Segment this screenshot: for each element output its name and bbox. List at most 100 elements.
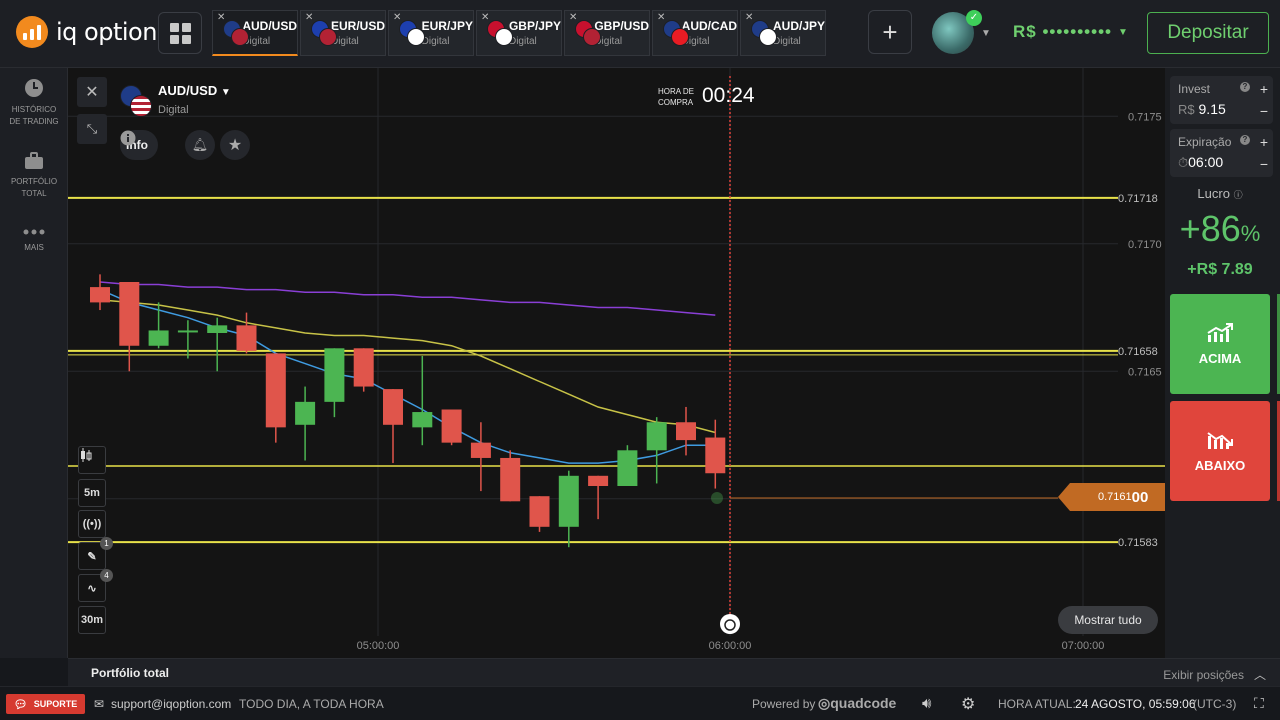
sidebar-label: HISTÓRICO <box>11 105 57 114</box>
level-label: 0.71583 <box>1118 537 1158 549</box>
candle-body <box>383 389 403 425</box>
candle-body <box>90 287 110 303</box>
expiry-label: Expiração <box>1178 135 1232 149</box>
portfolio-bar[interactable]: Portfólio total Exibir posições ︿ <box>68 658 1280 686</box>
trade-panel: Invest ? + − R$ 9.15 Expiração ? + − ⏱06:0… <box>1165 68 1280 658</box>
drawing-tools-button[interactable]: ✎ 1 <box>78 537 113 570</box>
logo[interactable]: iq option <box>16 16 157 48</box>
pair-flags-icon <box>311 20 337 46</box>
collapse-chart-button[interactable]: ⤡ <box>77 114 107 144</box>
show-all-button[interactable]: Mostrar tudo <box>1058 606 1158 634</box>
plus-icon: + <box>882 16 898 47</box>
candle-body <box>207 325 228 333</box>
tab-type: Digital <box>681 36 710 47</box>
help-icon[interactable]: ? <box>1240 135 1250 145</box>
balance-chevron-icon[interactable]: ▼ <box>1118 27 1128 38</box>
trend-up-icon <box>1207 322 1233 342</box>
invest-value[interactable]: R$ 9.15 <box>1178 101 1226 117</box>
timezone: (UTC-3) <box>1193 697 1237 711</box>
info-icon <box>120 130 136 146</box>
show-positions-button[interactable]: Exibir posições ︿ <box>1163 666 1266 683</box>
sidebar-label: DE TRADING <box>9 117 59 126</box>
logo-text: iq option <box>56 18 157 46</box>
support-email[interactable]: support@iqoption.com <box>111 697 231 711</box>
signals-button[interactable]: ((•)) <box>78 510 106 538</box>
candle-body <box>441 409 462 443</box>
close-chart-button[interactable]: ✕ <box>77 77 107 107</box>
favorite-button[interactable]: ★ <box>220 130 250 160</box>
interval-button[interactable]: 30m <box>78 606 106 634</box>
price-chart[interactable]: 0.71750.71700.71650.716005:00:0006:00:00… <box>68 68 1165 658</box>
expiry-field[interactable]: Expiração ? + − ⏱06:00 <box>1170 129 1273 177</box>
drawing-count-badge: 1 <box>100 537 113 550</box>
pair-flags-icon <box>751 20 777 46</box>
invest-stepper[interactable]: + − <box>1255 78 1273 122</box>
candle-body <box>353 348 374 387</box>
tab-symbol: AUD/JPY <box>772 19 825 33</box>
candle-body <box>412 412 433 428</box>
asset-symbol: AUD/USD ▼ <box>158 83 231 98</box>
candle-body <box>558 475 579 527</box>
candle-body <box>265 353 286 428</box>
quadcode-logo[interactable]: ◎quadcode <box>818 695 896 712</box>
expiry-value[interactable]: ⏱06:00 <box>1178 154 1223 171</box>
settings-gear-icon[interactable]: ⚙ <box>961 694 975 714</box>
x-tick-label: 05:00:00 <box>357 640 400 652</box>
assets-grid-button[interactable] <box>158 12 202 54</box>
tab-symbol: GBP/USD <box>594 19 649 33</box>
balance[interactable]: R$ •••••••••• <box>1013 22 1112 42</box>
support-button[interactable]: 💬︎ SUPORTE <box>6 694 85 714</box>
support-label: SUPORTE <box>33 699 78 709</box>
indicator-count-badge: 4 <box>100 569 113 582</box>
sidebar-item-trading-history[interactable]: HISTÓRICO DE TRADING <box>0 78 68 128</box>
briefcase-icon <box>0 152 68 170</box>
asset-tab[interactable]: ✕ EUR/USD Digital <box>300 10 386 56</box>
y-tick-label: 0.7175 <box>1128 111 1162 123</box>
candle-body <box>324 348 345 402</box>
sidebar-item-more[interactable]: MAIS <box>0 228 68 254</box>
current-time-label: HORA ATUAL: <box>998 697 1076 711</box>
indicators-button[interactable]: ∿ 4 <box>78 569 113 602</box>
status-bar: 💬︎ SUPORTE ✉ support@iqoption.com TODO D… <box>0 686 1280 720</box>
chat-icon: 💬︎ <box>13 698 28 711</box>
deposit-button[interactable]: Depositar <box>1147 12 1269 54</box>
call-up-button[interactable]: ACIMA <box>1170 294 1270 394</box>
minus-icon: − <box>1259 103 1269 119</box>
portfolio-title: Portfólio total <box>91 666 169 680</box>
put-down-label: ABAIXO <box>1194 457 1246 473</box>
chevron-down-icon[interactable]: ▼ <box>981 28 991 39</box>
info-button[interactable]: Info <box>120 130 158 160</box>
asset-tab[interactable]: ✕ GBP/USD Digital <box>564 10 650 56</box>
put-down-button[interactable]: ABAIXO <box>1170 401 1270 501</box>
top-bar: iq option ✕ AUD/USD Digital ✕ EUR/USD Digital… <box>0 0 1280 68</box>
candle-body <box>676 422 696 441</box>
y-tick-label: 0.7170 <box>1128 239 1162 251</box>
help-icon[interactable]: ? <box>1240 82 1250 92</box>
profit-value: +R$ 7.89 <box>1187 261 1253 278</box>
tab-symbol: GBP/JPY <box>508 19 561 33</box>
sound-icon[interactable]: 🔊︎ <box>922 695 931 712</box>
support-hours: TODO DIA, A TODA HORA <box>239 697 384 711</box>
asset-tab[interactable]: ✕ GBP/JPY Digital <box>476 10 562 56</box>
star-icon: ★ <box>227 137 243 154</box>
asset-tab[interactable]: ✕ AUD/CAD Digital <box>652 10 738 56</box>
alerts-button[interactable]: 🔔︎ <box>185 130 215 160</box>
candle-body <box>177 330 198 333</box>
add-asset-button[interactable]: + <box>868 10 912 54</box>
collapse-icon: ⤡ <box>86 121 98 136</box>
asset-tab[interactable]: ✕ AUD/USD Digital <box>212 10 298 56</box>
x-tick-label: 07:00:00 <box>1062 640 1105 652</box>
chart-type-button[interactable] <box>78 446 106 474</box>
sidebar-item-portfolio[interactable]: PORTFÓLIO TOTAL <box>0 152 68 200</box>
level-label: 0.71658 <box>1118 346 1158 358</box>
level-label: 0.71718 <box>1118 193 1158 205</box>
asset-flags <box>120 85 152 117</box>
timeframe-button[interactable]: 5m <box>78 479 106 507</box>
candle-body <box>500 457 521 502</box>
invest-field[interactable]: Invest ? + − R$ 9.15 <box>1170 76 1273 124</box>
expiry-stepper[interactable]: + − <box>1255 131 1273 175</box>
tab-symbol: EUR/JPY <box>421 19 473 33</box>
asset-tab[interactable]: ✕ AUD/JPY Digital <box>740 10 826 56</box>
fullscreen-icon[interactable]: ⛶ <box>1254 695 1264 712</box>
asset-tab[interactable]: ✕ EUR/JPY Digital <box>388 10 474 56</box>
